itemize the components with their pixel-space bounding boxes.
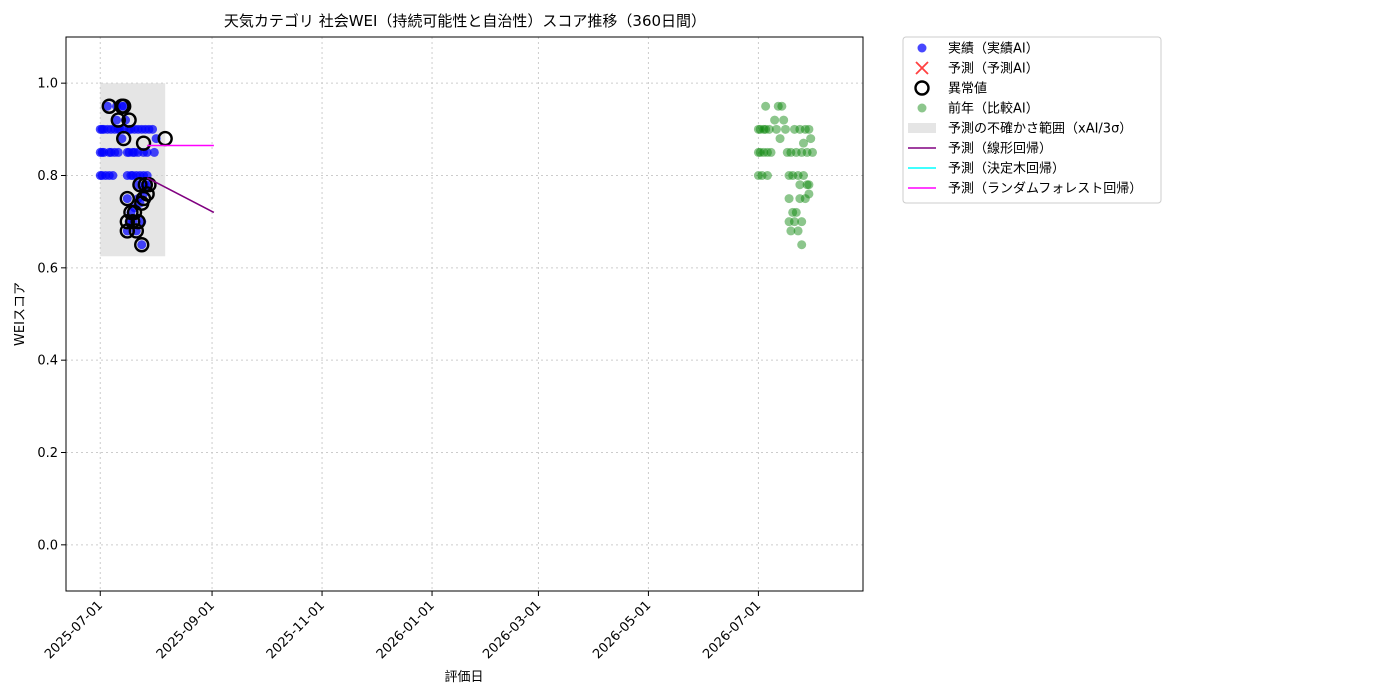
previous-year-point: [804, 180, 814, 190]
actual-point: [108, 171, 118, 180]
legend-label: 予測（ランダムフォレスト回帰）: [948, 181, 1142, 197]
previous-year-point: [780, 124, 790, 134]
plot-frame: [65, 36, 864, 592]
actual-point: [148, 124, 158, 134]
plot-area: [65, 36, 864, 592]
previous-year-point: [761, 101, 771, 111]
x-tick-label: 2026-05-01: [590, 598, 654, 662]
previous-year-point: [793, 226, 803, 236]
x-tick-label: 2026-01-01: [374, 598, 438, 662]
y-tick-label: 0.2: [37, 446, 58, 461]
legend-label: 予測（決定木回帰）: [948, 161, 1065, 177]
previous-year-point: [771, 124, 781, 134]
y-tick-label: 0.8: [37, 169, 58, 184]
grid: [66, 37, 863, 591]
previous-year-point: [770, 115, 780, 125]
y-tick-label: 0.0: [37, 538, 58, 553]
actual-point: [137, 240, 147, 250]
previous-year-point: [804, 189, 814, 199]
x-tick-label: 2026-07-01: [700, 598, 764, 662]
previous-year-point: [775, 134, 785, 144]
previous-year-point: [791, 207, 801, 217]
legend-marker: [917, 103, 927, 113]
legend-label: 予測（予測AI）: [948, 62, 1039, 77]
legend-label: 予測（線形回帰）: [948, 141, 1052, 157]
y-axis-ticks: 0.0 0.2 0.4 0.6 0.8 1.0: [37, 77, 66, 553]
legend: 実績（実績AI） 予測（予測AI） 異常値前年（比較AI） 予測の不確かさ範囲（xAI…: [902, 36, 1162, 204]
series-previous-year: [753, 101, 818, 250]
y-axis-label: WEIスコア: [13, 282, 28, 346]
previous-year-point: [766, 147, 776, 157]
x-axis-ticks: 2025-07-01 2025-09-01 2025-11-01 2026-01-01…: [42, 591, 764, 662]
x-tick-label: 2025-09-01: [154, 598, 218, 662]
actual-point: [113, 147, 123, 157]
previous-year-point: [797, 240, 807, 250]
y-tick-label: 0.6: [37, 261, 58, 276]
previous-year-point: [808, 147, 818, 157]
actual-point: [122, 194, 132, 204]
x-axis-label: 評価日: [444, 670, 483, 685]
legend-marker: [908, 123, 936, 133]
x-tick-label: 2025-07-01: [42, 598, 106, 662]
previous-year-point: [804, 124, 814, 134]
actual-point: [149, 147, 159, 157]
chart-title: 天気カテゴリ 社会WEI（持続可能性と自治性）スコア推移（360日間）: [224, 12, 706, 30]
legend-marker: [917, 43, 927, 53]
x-tick-label: 2026-03-01: [480, 598, 544, 662]
previous-year-point: [784, 194, 794, 204]
y-tick-label: 0.4: [37, 354, 58, 369]
previous-year-point: [777, 101, 787, 111]
legend-label: 予測の不確かさ範囲（xAI/3σ）: [948, 121, 1132, 137]
previous-year-point: [762, 171, 772, 180]
chart: 天気カテゴリ 社会WEI（持続可能性と自治性）スコア推移（360日間） 2025…: [13, 12, 1162, 685]
legend-label: 前年（比較AI）: [948, 101, 1039, 117]
x-tick-label: 2025-11-01: [264, 598, 328, 662]
previous-year-point: [797, 217, 807, 227]
y-tick-label: 1.0: [37, 77, 58, 92]
previous-year-point: [798, 171, 808, 180]
legend-label: 異常値: [948, 81, 987, 97]
previous-year-point: [779, 115, 789, 125]
previous-year-point: [798, 138, 808, 148]
legend-label: 実績（実績AI）: [948, 41, 1039, 57]
